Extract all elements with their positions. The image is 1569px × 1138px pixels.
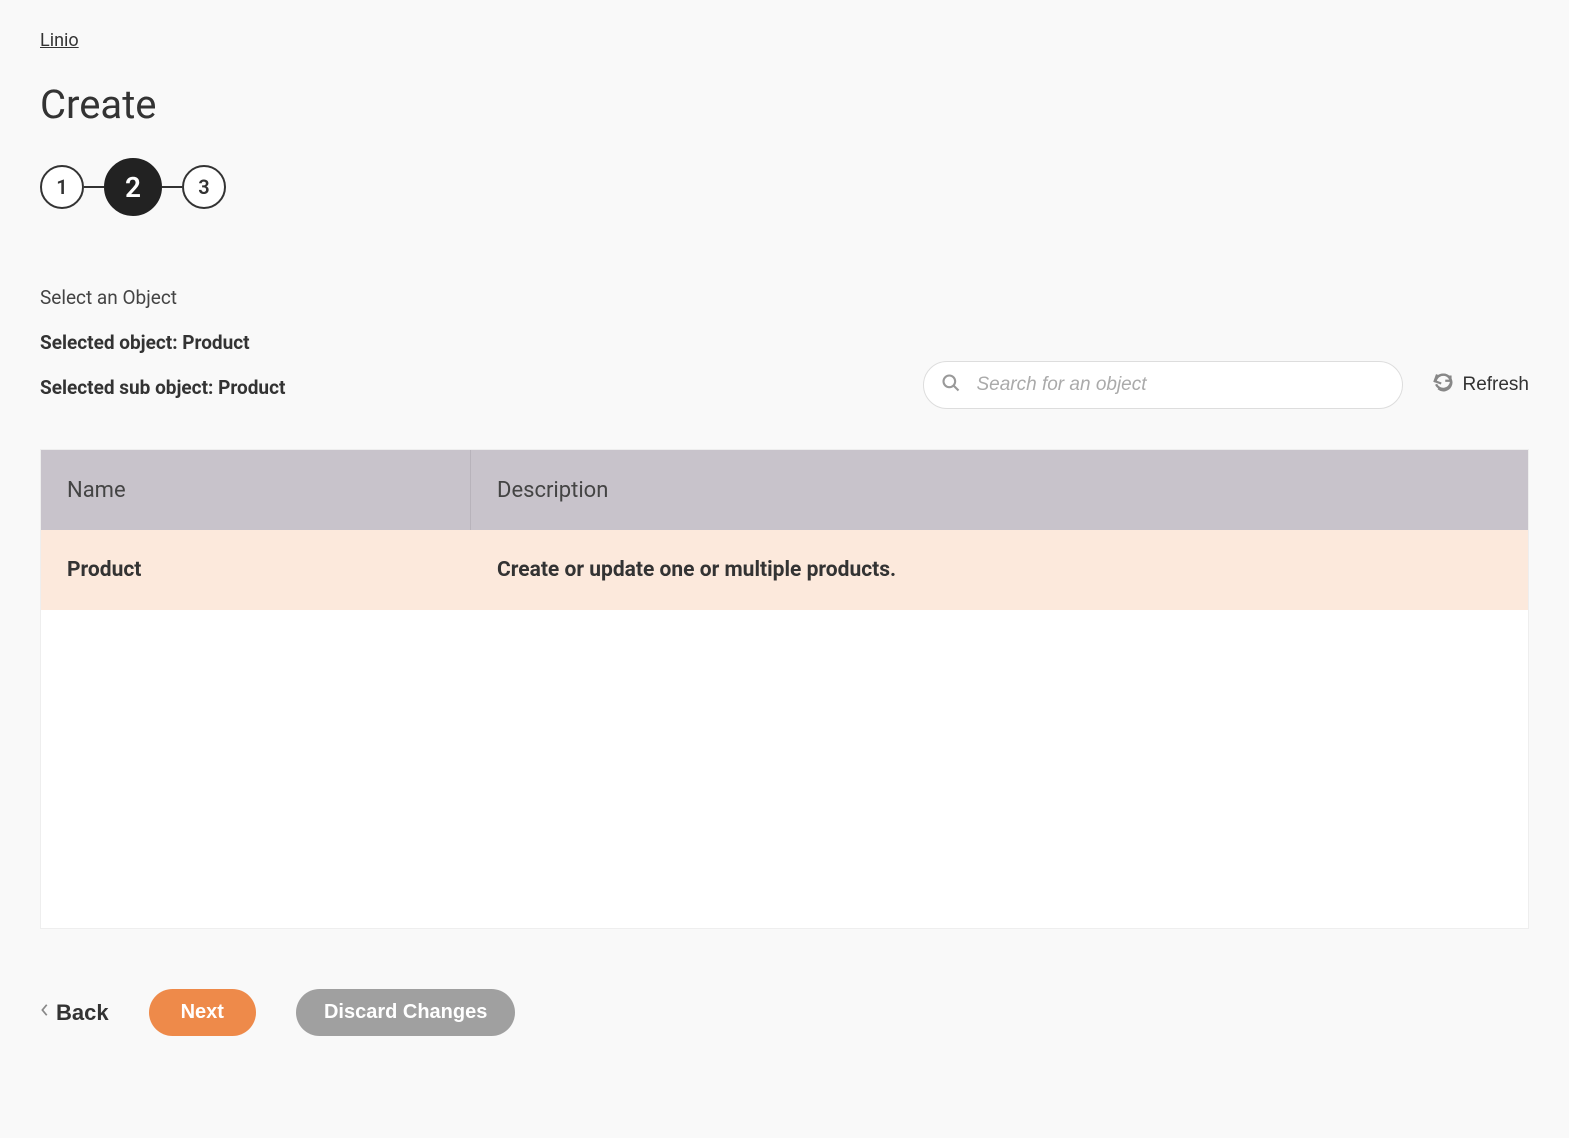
- column-header-description: Description: [471, 450, 1528, 530]
- search-wrapper: [923, 361, 1403, 409]
- step-connector: [84, 186, 104, 188]
- back-button[interactable]: Back: [40, 1000, 109, 1026]
- footer-actions: Back Next Discard Changes: [40, 989, 1529, 1036]
- cell-name: Product: [41, 530, 471, 610]
- cell-description: Create or update one or multiple product…: [471, 530, 1528, 610]
- next-button[interactable]: Next: [149, 989, 256, 1036]
- table-header: Name Description: [41, 450, 1528, 530]
- step-2[interactable]: 2: [104, 158, 162, 216]
- page-title: Create: [40, 81, 1529, 128]
- step-3[interactable]: 3: [182, 165, 226, 209]
- step-connector: [162, 186, 182, 188]
- chevron-left-icon: [40, 1003, 50, 1022]
- table-row[interactable]: Product Create or update one or multiple…: [41, 530, 1528, 610]
- column-header-name: Name: [41, 450, 471, 530]
- refresh-icon: [1433, 372, 1454, 399]
- search-input[interactable]: [923, 361, 1403, 409]
- breadcrumb-link[interactable]: Linio: [40, 30, 79, 51]
- object-table: Name Description Product Create or updat…: [40, 449, 1529, 929]
- search-icon: [941, 373, 961, 397]
- step-1[interactable]: 1: [40, 165, 84, 209]
- back-label: Back: [56, 1000, 109, 1026]
- refresh-button[interactable]: Refresh: [1433, 372, 1529, 399]
- refresh-label: Refresh: [1462, 374, 1529, 396]
- section-label: Select an Object: [40, 286, 1529, 309]
- selected-object-label: Selected object: Product: [40, 331, 1529, 354]
- discard-changes-button[interactable]: Discard Changes: [296, 989, 515, 1036]
- stepper: 1 2 3: [40, 158, 1529, 216]
